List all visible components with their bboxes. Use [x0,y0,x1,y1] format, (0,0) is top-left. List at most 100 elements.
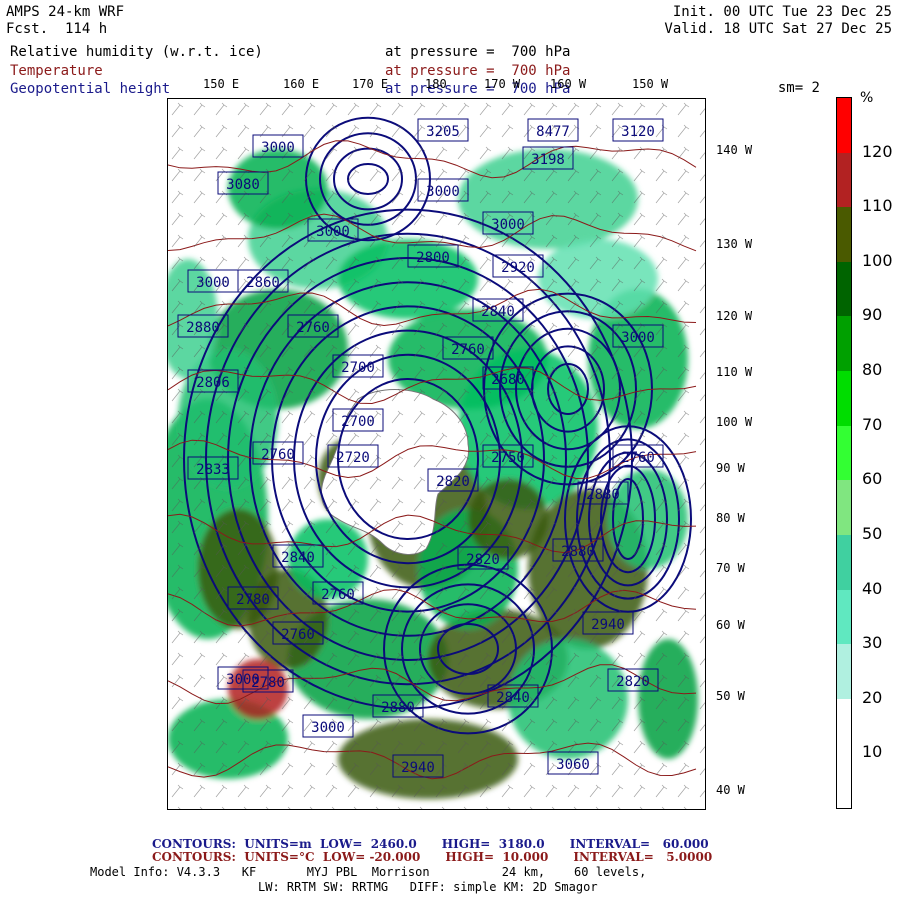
model-info: Model Info: V4.3.3 KF MYJ PBL Morrison 2… [90,865,647,879]
field-temp-level: at pressure = 700 hPa [385,63,571,79]
colorbar-segment [837,753,851,809]
colorbar-segment [837,589,851,645]
colorbar-segment [837,98,851,154]
height-label: 2880 [186,320,220,336]
top-longitude-label: 150 W [632,77,669,91]
right-longitude-label: 140 W [716,143,753,157]
colorbar-segment [837,534,851,591]
top-longitude-label: 160 W [550,77,587,91]
right-longitude-label: 130 W [716,237,753,251]
height-label: 3000 [196,275,230,291]
height-label: 2840 [481,304,515,320]
model-name: AMPS 24-km WRF [6,4,125,20]
right-longitude-label: 40 W [716,783,745,797]
colorbar-unit: % [860,90,874,106]
height-label: 2760 [261,447,295,463]
height-label: 3000 [491,217,525,233]
height-label: 2680 [491,372,525,388]
colorbar-label: 80 [862,360,883,380]
height-label: 3080 [226,177,260,193]
forecast-hour: Fcst. 114 h [6,21,108,37]
right-longitude-label: 80 W [716,511,745,525]
field-temp-name: Temperature [10,63,103,79]
right-longitude-label: 60 W [716,618,745,632]
height-label: 2940 [591,617,625,633]
field-height-level: at pressure = 700 hPa [385,81,571,97]
right-longitude-label: 70 W [716,561,745,575]
colorbar-segment [837,698,851,754]
colorbar-label: 50 [862,523,883,543]
height-label: 2840 [496,690,530,706]
top-longitude-label: 150 E [203,77,240,91]
colorbar-label: 60 [862,469,883,489]
height-label: 2700 [341,360,375,376]
height-label: 2820 [466,552,500,568]
colorbar-segment [837,644,851,700]
height-label: 2760 [281,627,315,643]
height-label: 2880 [561,544,595,560]
height-label: 3198 [531,152,565,168]
height-label: 2780 [236,592,270,608]
height-label: 3120 [621,124,655,140]
height-label: 2806 [196,375,230,391]
colorbar-label: 120 [862,141,893,161]
colorbar-label: 100 [862,250,893,270]
field-rh-name: Relative humidity (w.r.t. ice) [10,44,263,60]
colorbar-label: 40 [862,578,883,598]
height-label: 2760 [321,587,355,603]
colorbar-label: 10 [862,742,883,762]
colorbar-segment [837,316,851,372]
height-label: 3060 [556,757,590,773]
right-longitude-label: 100 W [716,415,753,429]
right-longitude-label: 120 W [716,309,753,323]
height-label: 3000 [621,330,655,346]
colorbar [836,97,852,809]
height-label: 3000 [226,672,260,688]
top-longitude-label: 160 E [283,77,320,91]
height-label: 3205 [426,124,460,140]
height-label: 2820 [436,474,470,490]
height-label: 2700 [341,414,375,430]
height-label: 2750 [491,450,525,466]
top-longitude-label: 170 E [352,77,389,91]
height-label: 2860 [246,275,280,291]
height-label: 2720 [336,450,370,466]
height-label: 2880 [381,700,415,716]
top-longitude-label: 170 W [484,77,521,91]
height-label: 2760 [621,450,655,466]
height-label: 2820 [616,674,650,690]
right-longitude-label: 90 W [716,461,745,475]
height-label: 2800 [416,250,450,266]
height-label: 3000 [316,224,350,240]
init-time: Init. 00 UTC Tue 23 Dec 25 [672,4,892,20]
height-label: 2760 [451,342,485,358]
map-graphic: 3000 3080 3205 8477 3120 3198 3000 3000 3000 3000… [148,99,705,809]
height-label: 2920 [501,260,535,276]
field-height-name: Geopotential height [10,81,171,97]
colorbar-segment [837,207,851,263]
map-panel: 3000 3080 3205 8477 3120 3198 3000 3000 3000 3000… [148,98,706,810]
colorbar-label: 110 [862,196,893,216]
colorbar-segment [837,152,851,208]
height-label: 2760 [296,320,330,336]
contour-info-temp: CONTOURS: UNITS=°C LOW= -20.000 HIGH= 10… [152,850,713,864]
height-label: 2840 [281,550,315,566]
height-label: 2880 [586,487,620,503]
field-rh-level: at pressure = 700 hPa [385,44,571,60]
colorbar-segment [837,480,851,536]
height-label: 2833 [196,462,230,478]
smoothing-label: sm= 2 [777,80,820,96]
colorbar-label: 30 [862,633,883,653]
height-label: 3000 [311,720,345,736]
height-label: 8477 [536,124,570,140]
height-label: 2940 [401,760,435,776]
right-longitude-label: 50 W [716,689,745,703]
physics-info: LW: RRTM SW: RRTMG DIFF: simple KM: 2D S… [258,880,598,894]
valid-time: Valid. 18 UTC Sat 27 Dec 25 [664,21,892,37]
colorbar-segment [837,261,851,317]
colorbar-label: 70 [862,414,883,434]
colorbar-segment [837,371,851,427]
colorbar-segment [837,425,851,481]
height-label: 3000 [426,184,460,200]
colorbar-label: 90 [862,305,883,325]
